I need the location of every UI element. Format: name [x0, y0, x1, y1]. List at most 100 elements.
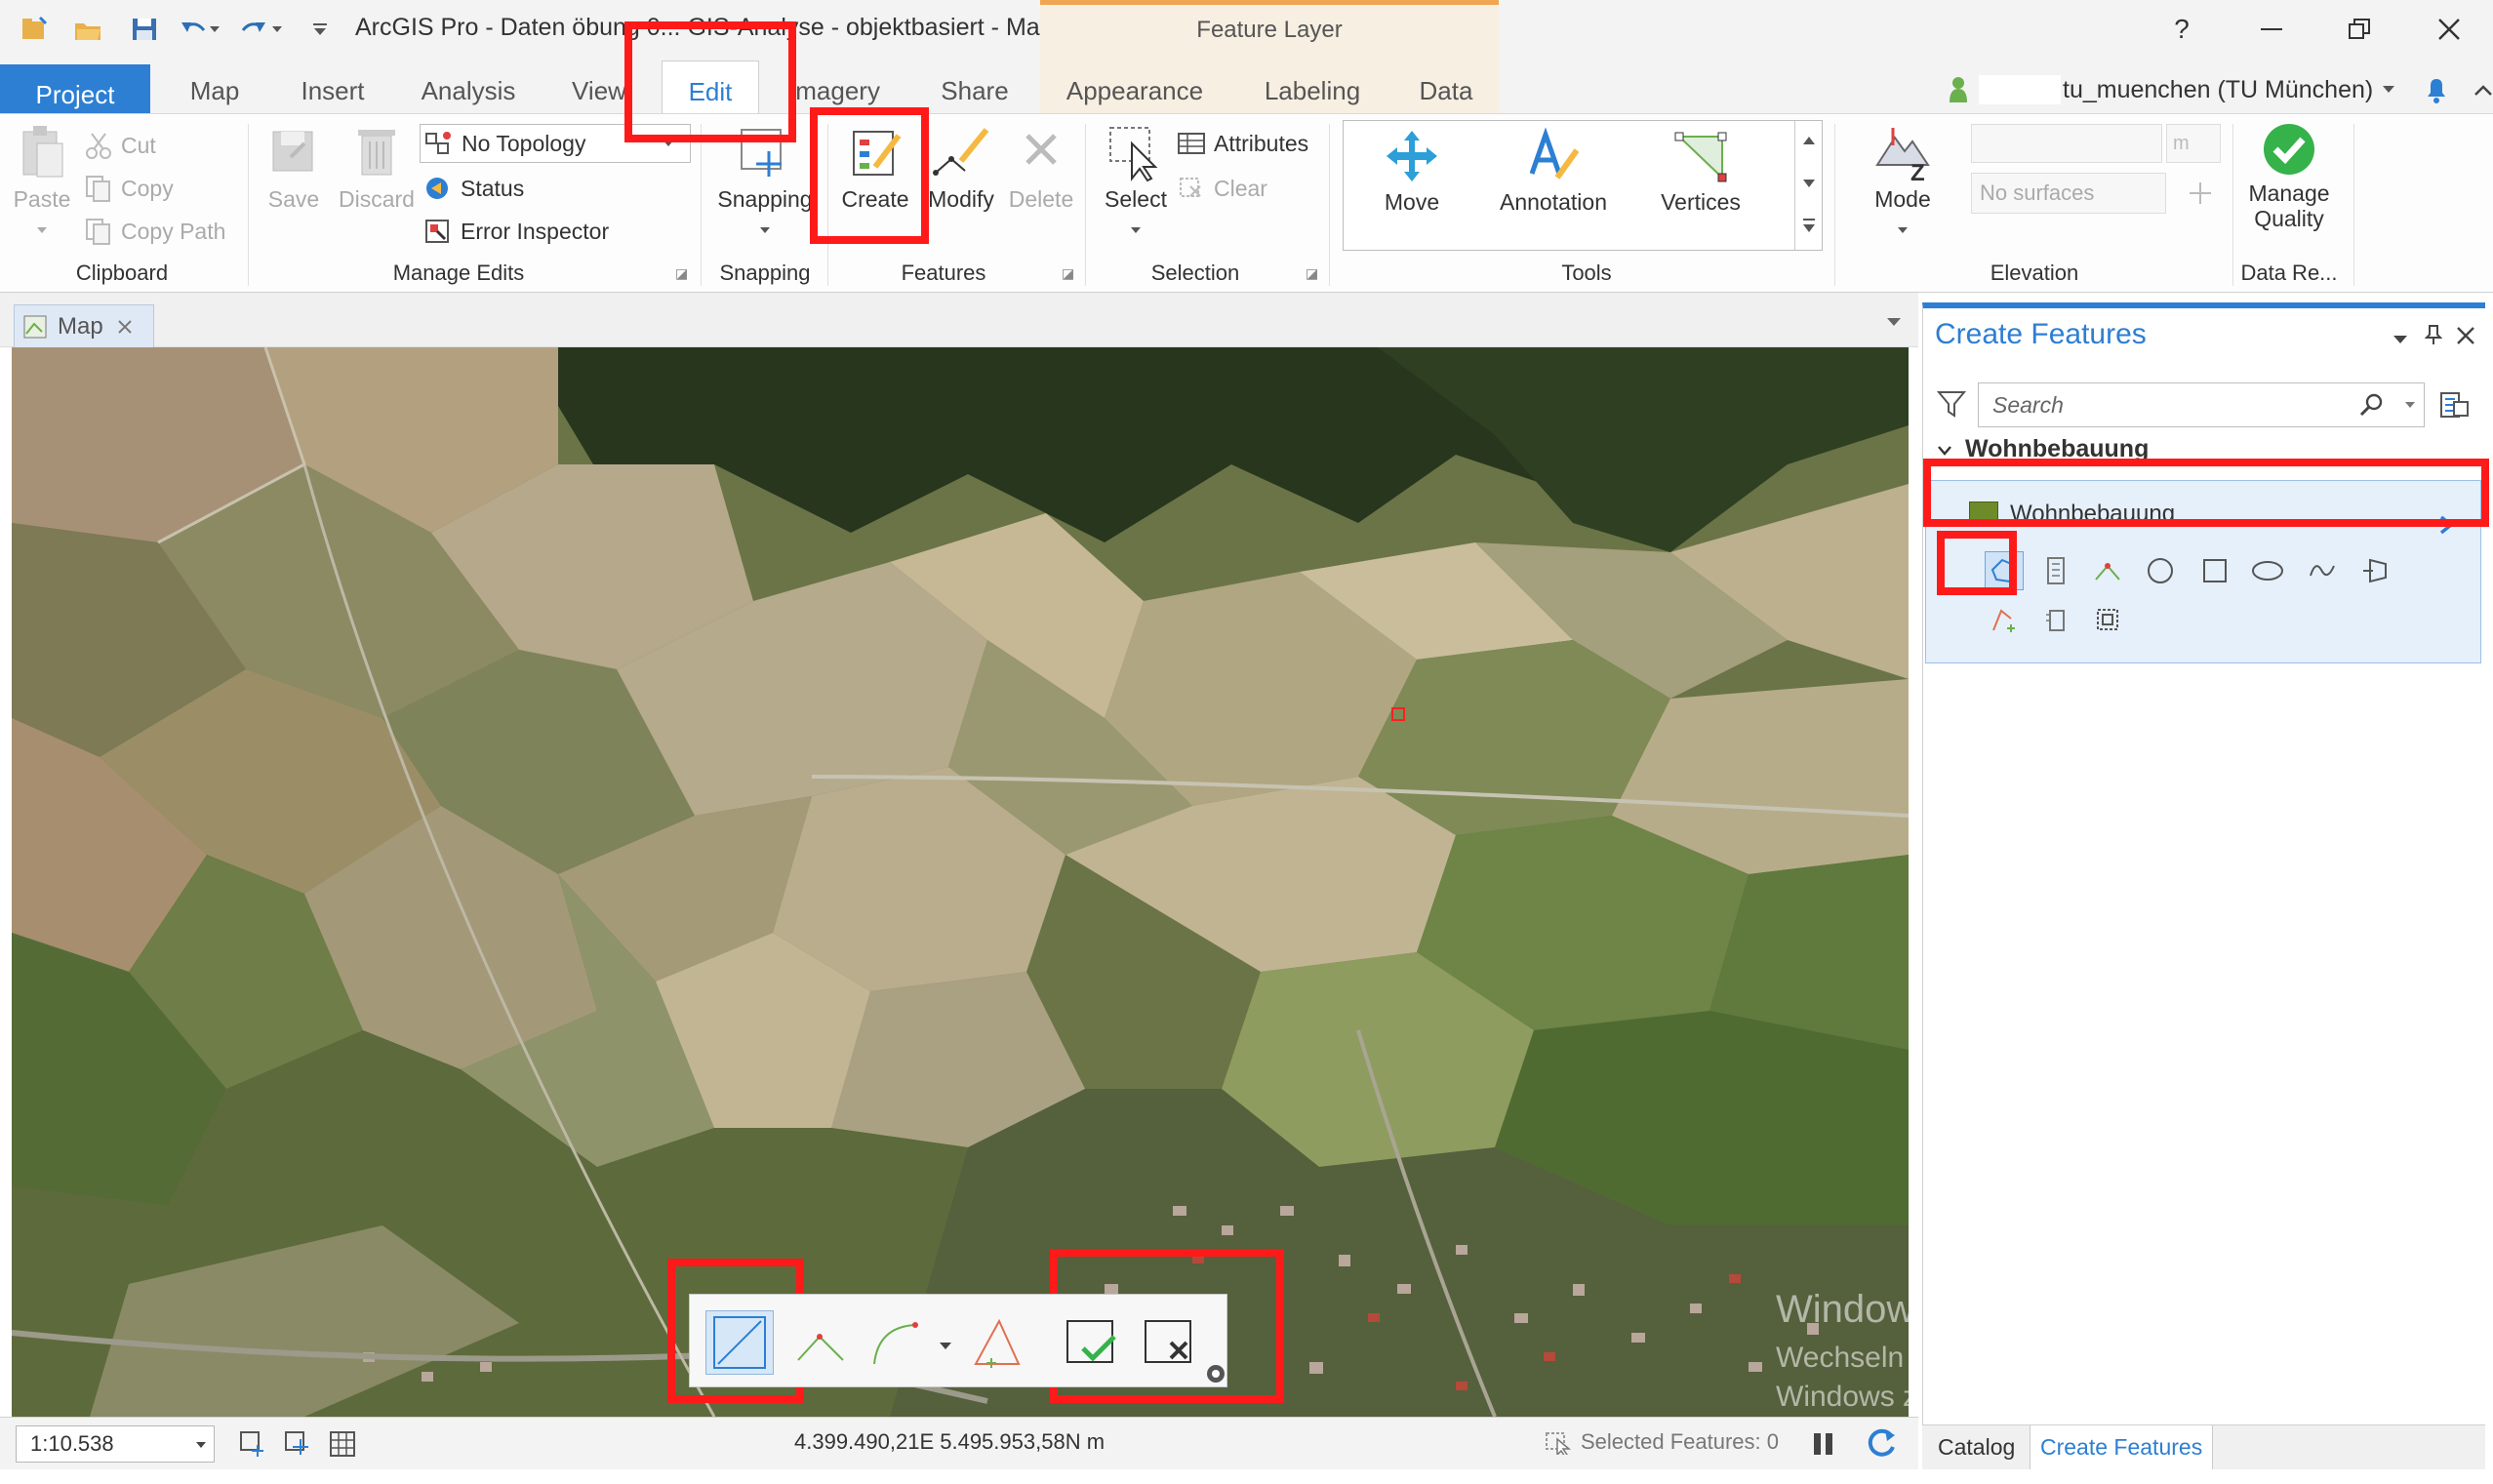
- tab-analysis[interactable]: Analysis: [414, 60, 523, 113]
- annotation-tool-button[interactable]: Annotation: [1490, 125, 1617, 216]
- close-pane-icon[interactable]: [2456, 326, 2475, 345]
- vertex-construction-button[interactable]: [787, 1310, 856, 1375]
- clear-selection-button[interactable]: Clear: [1177, 169, 1267, 208]
- attributes-button[interactable]: Attributes: [1177, 124, 1308, 163]
- new-project-icon[interactable]: [16, 12, 55, 47]
- tab-labeling[interactable]: Labeling: [1253, 60, 1372, 113]
- copy-icon: [86, 176, 110, 202]
- discard-sketch-button[interactable]: [1135, 1310, 1203, 1375]
- restore-button[interactable]: [2330, 10, 2389, 49]
- map-canvas[interactable]: [12, 347, 1909, 1417]
- tab-project[interactable]: Project: [0, 64, 150, 113]
- close-window-button[interactable]: [2420, 10, 2478, 49]
- trace-tool-button[interactable]: [2037, 600, 2076, 639]
- line-segment-icon: [713, 1316, 766, 1369]
- tab-map[interactable]: Map: [174, 60, 256, 113]
- split-tool-button[interactable]: [1985, 600, 2024, 639]
- select-dropdown-icon: [1131, 227, 1141, 233]
- toolbar-settings-icon[interactable]: [1205, 1363, 1226, 1389]
- ellipse-tool-button[interactable]: [2248, 551, 2287, 590]
- filter-icon[interactable]: [1937, 388, 1966, 418]
- fixed-zoom-icon[interactable]: [238, 1429, 271, 1459]
- clipboard-group-label: Clipboard: [75, 261, 169, 285]
- vertices-tool-button[interactable]: Vertices: [1646, 125, 1755, 216]
- auto-complete-tool-button[interactable]: [2355, 551, 2394, 590]
- pin-pane-icon[interactable]: [2425, 324, 2442, 345]
- arc-dropdown-icon[interactable]: [940, 1338, 951, 1355]
- select-button[interactable]: Select: [1093, 122, 1179, 239]
- tab-appearance[interactable]: Appearance: [1062, 60, 1208, 113]
- manage-templates-icon[interactable]: [2438, 390, 2470, 421]
- selection-group-label: Selection: [1150, 261, 1240, 285]
- tab-map-view[interactable]: Map: [14, 304, 154, 347]
- line-tool-button[interactable]: [2088, 551, 2127, 590]
- arc-construction-button[interactable]: [862, 1310, 930, 1375]
- rectangle-freehand-tool-button[interactable]: [2037, 551, 2076, 590]
- elevation-surface-dropdown[interactable]: No surfaces: [1971, 173, 2166, 214]
- tab-imagery[interactable]: Imagery: [781, 60, 888, 113]
- elevation-value-field[interactable]: [1971, 124, 2162, 163]
- line-construction-button[interactable]: [705, 1310, 774, 1375]
- cut-button[interactable]: Cut: [84, 126, 156, 165]
- grid-toggle-icon[interactable]: [328, 1429, 361, 1459]
- manage-quality-button[interactable]: Manage Quality: [2234, 122, 2344, 231]
- save-project-icon[interactable]: [125, 12, 164, 47]
- save-edits-button[interactable]: Save: [260, 122, 328, 213]
- copy-path-button[interactable]: Copy Path: [84, 212, 225, 251]
- finish-sketch-button[interactable]: [1057, 1310, 1125, 1375]
- undo-dropdown-icon[interactable]: [205, 12, 224, 47]
- delete-features-button[interactable]: Delete: [1003, 122, 1079, 213]
- refresh-icon[interactable]: [1864, 1425, 1899, 1461]
- pause-drawing-icon[interactable]: [1809, 1427, 1838, 1461]
- cut-icon: [86, 133, 111, 159]
- map-tabs-dropdown-icon[interactable]: [1887, 318, 1901, 326]
- move-tool-button[interactable]: Move: [1359, 125, 1465, 216]
- close-map-tab-icon[interactable]: [117, 319, 133, 335]
- right-angle-polygon-tool-button[interactable]: [2088, 600, 2127, 639]
- discard-edits-button[interactable]: Discard: [336, 122, 418, 213]
- freehand-tool-button[interactable]: [2303, 551, 2342, 590]
- selected-features-icon: [1546, 1432, 1572, 1455]
- manage-edits-launcher-icon[interactable]: ◪: [675, 265, 688, 282]
- paste-button[interactable]: Paste: [10, 122, 74, 239]
- right-angle-construction-button[interactable]: [963, 1310, 1031, 1375]
- open-folder-icon[interactable]: [68, 12, 107, 47]
- highlight-box-polygon-tool: [1937, 531, 2017, 595]
- elevation-mode-button[interactable]: Z Mode: [1844, 122, 1961, 239]
- customize-qat-icon[interactable]: [308, 12, 332, 47]
- scale-selector[interactable]: 1:10.538: [16, 1425, 215, 1463]
- circle-tool-button[interactable]: [2141, 551, 2180, 590]
- paste-label: Paste: [13, 186, 71, 212]
- tab-insert[interactable]: Insert: [289, 60, 377, 113]
- status-button[interactable]: Status: [423, 169, 524, 208]
- elevation-mode-dropdown-icon: [1898, 227, 1908, 233]
- pane-options-dropdown-icon[interactable]: [2393, 336, 2407, 343]
- account-menu[interactable]: tu_muenchen (TU München): [1948, 70, 2493, 109]
- tab-share[interactable]: Share: [931, 60, 1019, 113]
- search-options-dropdown-icon[interactable]: [2405, 402, 2415, 408]
- notifications-icon[interactable]: [2420, 73, 2453, 106]
- search-icon[interactable]: [2358, 392, 2384, 418]
- redo-dropdown-icon[interactable]: [267, 12, 287, 47]
- collapse-ribbon-icon[interactable]: [2474, 84, 2493, 96]
- selected-features-readout[interactable]: Selected Features: 0: [1544, 1429, 1779, 1455]
- selection-launcher-icon[interactable]: ◪: [1306, 265, 1318, 282]
- tab-data[interactable]: Data: [1411, 60, 1481, 113]
- rectangle-tool-button[interactable]: [2195, 551, 2234, 590]
- tab-catalog[interactable]: Catalog: [1928, 1425, 2025, 1470]
- error-inspector-icon: [425, 220, 449, 243]
- help-button[interactable]: ?: [2152, 10, 2211, 49]
- features-group-label: Features: [901, 261, 986, 285]
- modify-features-button[interactable]: Modify: [921, 122, 1001, 213]
- tab-create-features[interactable]: Create Features: [2030, 1425, 2214, 1470]
- select-icon: [1109, 127, 1158, 182]
- features-launcher-icon[interactable]: ◪: [1062, 265, 1074, 282]
- snapping-toggle-icon[interactable]: [283, 1429, 316, 1459]
- add-surface-icon[interactable]: [2186, 179, 2215, 208]
- copy-button[interactable]: Copy: [84, 169, 174, 208]
- gallery-scroll[interactable]: [1794, 121, 1822, 250]
- scale-dropdown-icon: [196, 1442, 206, 1448]
- minimize-button[interactable]: [2242, 10, 2301, 49]
- error-inspector-button[interactable]: Error Inspector: [423, 212, 609, 251]
- elevation-unit-dropdown[interactable]: m: [2166, 124, 2221, 163]
